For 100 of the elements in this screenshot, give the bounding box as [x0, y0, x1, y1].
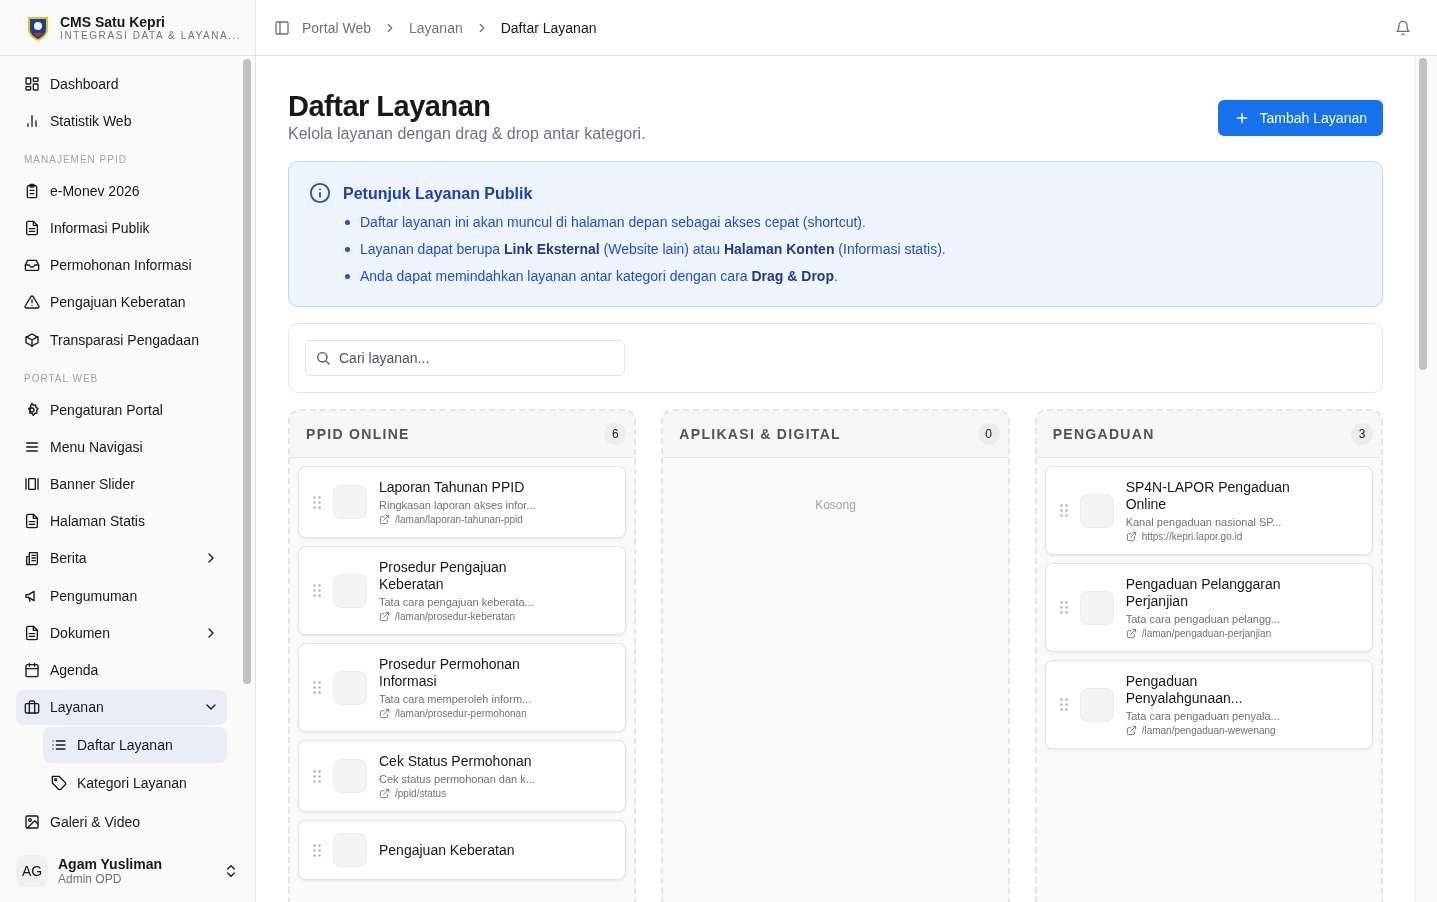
- drag-handle-icon[interactable]: [313, 495, 321, 509]
- external-link-icon: [379, 514, 390, 526]
- info-text: Layanan dapat berupa Link Eksternal (Website lain) atau Halaman Konten (Informasi statis).: [360, 240, 946, 260]
- external-link-icon: [1125, 725, 1137, 737]
- service-url: /ppid/status: [395, 788, 447, 800]
- bullet-icon: [345, 247, 350, 253]
- add-service-button[interactable]: Tambah Layanan: [1217, 100, 1383, 136]
- sidebar-item[interactable]: Berita: [16, 540, 227, 577]
- search-field[interactable]: Cari layanan...: [305, 340, 625, 377]
- column-title: PPID ONLINE: [306, 426, 411, 443]
- tag-icon: [51, 774, 67, 791]
- calendar-icon: [24, 662, 40, 678]
- sidebar-item[interactable]: Transparasi Pengadaan: [16, 322, 227, 358]
- service-url: /laman/laporan-tahunan-ppid: [395, 514, 523, 526]
- service-card[interactable]: Pengajuan Keberatan: [298, 820, 627, 881]
- service-title: Pengaduan Pelanggaran Perjanjian: [1125, 576, 1282, 611]
- service-title: Pengaduan Penyalahgunaan...: [1125, 673, 1244, 708]
- sidebar-item[interactable]: Banner Slider: [16, 466, 227, 502]
- warning-icon: [24, 294, 40, 311]
- service-url: https://kepri.lapor.go.id: [1141, 531, 1243, 543]
- breadcrumb-link[interactable]: Portal Web: [302, 19, 371, 36]
- service-title: Pengajuan Keberatan: [379, 841, 516, 859]
- info-text: Daftar layanan ini akan muncul di halaman depan sebagai akses cepat (shortcut).: [360, 213, 866, 233]
- sidebar-item[interactable]: Layanan: [16, 689, 227, 725]
- external-link-icon: [379, 611, 390, 623]
- sidebar-item[interactable]: Dokumen: [16, 615, 227, 651]
- drag-handle-icon[interactable]: [1059, 698, 1068, 712]
- bar-chart-icon: [24, 112, 40, 129]
- service-card[interactable]: Prosedur Pengajuan Keberatan Tata cara pengajuan keberata... /laman/prosedur-keberatan: [298, 546, 627, 636]
- count-badge: 6: [604, 423, 627, 446]
- document-icon: [24, 513, 40, 530]
- newspaper-icon: [24, 550, 40, 567]
- breadcrumb-link[interactable]: Layanan: [409, 19, 463, 36]
- sidebar-item[interactable]: Pengajuan Keberatan: [16, 284, 227, 321]
- service-url: /laman/prosedur-keberatan: [395, 611, 516, 623]
- section-heading: MANAJEMEN PPID: [23, 153, 128, 168]
- count-badge: 3: [1351, 423, 1373, 446]
- user-menu[interactable]: AG Agam Yusliman Admin OPD: [0, 840, 255, 902]
- service-card[interactable]: SP4N-LAPOR Pengaduan Online Kanal pengaduan nasional SP... https://kepri.lapor.go.id: [1044, 466, 1373, 556]
- page-title: Daftar Layanan: [288, 90, 492, 124]
- drag-handle-icon[interactable]: [313, 681, 321, 695]
- service-description: Ringkasan laporan akses infor...: [379, 499, 537, 512]
- drag-handle-icon[interactable]: [313, 843, 321, 857]
- count-badge: 0: [977, 423, 1000, 446]
- drag-handle-icon[interactable]: [1059, 504, 1068, 518]
- service-title: Cek Status Permohonan: [379, 753, 533, 771]
- breadcrumb-link[interactable]: Daftar Layanan: [500, 19, 597, 36]
- app-tagline: INTEGRASI DATA & LAYANA...: [60, 30, 242, 41]
- sidebar-item[interactable]: Pengaturan Portal: [16, 392, 227, 428]
- info-title: Petunjuk Layanan Publik: [343, 185, 534, 204]
- drag-handle-icon[interactable]: [313, 584, 321, 598]
- bullet-icon: [345, 220, 350, 226]
- scrollbar[interactable]: [1415, 56, 1437, 902]
- service-url: /laman/pengaduan-perjanjian: [1141, 628, 1272, 640]
- box-icon: [24, 331, 40, 348]
- inbox-icon: [24, 257, 40, 274]
- service-title: Prosedur Pengajuan Keberatan: [379, 559, 508, 594]
- sidebar-item[interactable]: Menu Navigasi: [16, 429, 227, 465]
- image-icon: [24, 814, 40, 831]
- sidebar-toggle-icon: [274, 19, 290, 36]
- service-title: SP4N-LAPOR Pengaduan Online: [1125, 479, 1291, 514]
- document-icon: [24, 220, 40, 237]
- info-icon: [309, 182, 331, 205]
- sidebar-item[interactable]: Informasi Publik: [16, 210, 227, 246]
- drag-handle-icon[interactable]: [313, 769, 321, 783]
- service-card[interactable]: Prosedur Permohonan Informasi Tata cara memperoleh inform... /laman/prosedur-permohonan: [298, 643, 627, 733]
- document-icon: [24, 624, 40, 641]
- external-link-icon: [379, 708, 390, 720]
- service-description: Tata cara memperoleh inform...: [379, 693, 533, 706]
- service-description: Tata cara pengajuan keberata...: [379, 596, 535, 609]
- service-card[interactable]: Laporan Tahunan PPID Ringkasan laporan akses infor... /laman/laporan-tahunan-ppid: [298, 466, 627, 539]
- drag-handle-icon[interactable]: [1059, 601, 1068, 615]
- sidebar-item[interactable]: Galeri & Video: [16, 804, 227, 840]
- column-title: APLIKASI & DIGITAL: [679, 426, 842, 443]
- empty-state: Kosong: [814, 497, 857, 513]
- section-heading: PORTAL WEB: [23, 372, 100, 387]
- sidebar-subitem[interactable]: Kategori Layanan: [43, 764, 227, 801]
- service-card[interactable]: Cek Status Permohonan Cek status permohonan dan k... /ppid/status: [298, 740, 627, 813]
- sidebar-item[interactable]: Statistik Web: [16, 103, 227, 139]
- sidebar-item[interactable]: Pengumuman: [16, 578, 227, 614]
- service-description: Tata cara pengaduan penyala...: [1125, 710, 1281, 723]
- column-title: PENGADUAN: [1052, 426, 1156, 443]
- sidebar-item[interactable]: Halaman Statis: [16, 503, 227, 539]
- clipboard-icon: [24, 182, 40, 199]
- app-name: CMS Satu Kepri: [60, 14, 166, 30]
- bell-icon: [1395, 19, 1411, 36]
- sidebar-item[interactable]: Permohonan Informasi: [16, 247, 227, 283]
- page-subtitle: Kelola layanan dengan drag & drop antar kategori.: [288, 125, 646, 144]
- info-text: Anda dapat memindahkan layanan antar kategori dengan cara Drag & Drop.: [360, 267, 838, 287]
- service-description: Kanal pengaduan nasional SP...: [1125, 516, 1283, 529]
- sidebar-subitem[interactable]: Daftar Layanan: [43, 726, 227, 763]
- briefcase-icon: [24, 699, 40, 716]
- avatar: AG: [16, 855, 48, 887]
- sidebar-item[interactable]: Agenda: [16, 652, 227, 688]
- service-card[interactable]: Pengaduan Penyalahgunaan... Tata cara pengaduan penyala... /laman/pengaduan-wewenang: [1044, 660, 1373, 750]
- user-role: Admin OPD: [58, 872, 123, 886]
- service-card[interactable]: Pengaduan Pelanggaran Perjanjian Tata cara pengaduan pelangg... /laman/pengaduan-perjanjian: [1044, 563, 1373, 653]
- sidebar-item[interactable]: e-Monev 2026: [16, 173, 227, 209]
- sidebar-item[interactable]: Dashboard: [16, 66, 227, 102]
- service-url: /laman/pengaduan-wewenang: [1141, 725, 1276, 737]
